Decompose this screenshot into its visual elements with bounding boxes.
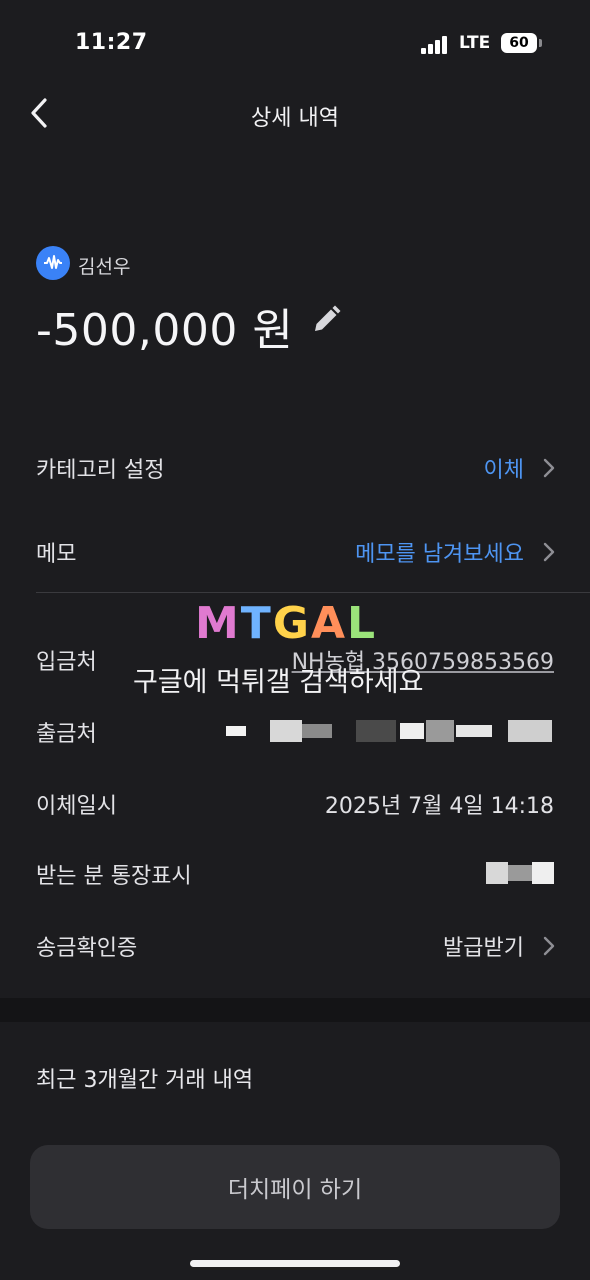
- certificate-label: 송금확인증: [36, 936, 138, 961]
- edit-amount-button[interactable]: [310, 304, 342, 336]
- transfer-datetime-row: 이체일시 2025년 7월 4일 14:18: [0, 772, 590, 832]
- status-bar: 11:27 LTE 60: [0, 0, 590, 88]
- chevron-right-icon: [543, 542, 555, 562]
- pencil-icon: [315, 305, 341, 331]
- battery-icon: 60: [501, 33, 537, 53]
- deposit-label: 입금처: [36, 650, 97, 675]
- memo-label: 메모: [36, 542, 77, 567]
- divider: [36, 592, 590, 593]
- transaction-amount: -500,000 원: [36, 305, 294, 356]
- redacted-withdraw-account: [224, 720, 554, 742]
- withdraw-label: 출금처: [36, 722, 97, 747]
- transfer-datetime-value: 2025년 7월 4일 14:18: [324, 794, 554, 819]
- waveform-icon: [44, 255, 62, 269]
- chevron-right-icon: [543, 458, 555, 478]
- watermark-text: 구글에 먹튀갤 검색하세요: [133, 667, 424, 698]
- memo-row[interactable]: 메모 메모를 남겨보세요: [0, 520, 590, 580]
- page-title: 상세 내역: [251, 106, 339, 131]
- network-type: LTE: [459, 33, 491, 53]
- battery-tip: [539, 39, 542, 47]
- withdraw-row: 출금처: [0, 700, 590, 760]
- status-time: 11:27: [75, 30, 148, 55]
- account-name: 김선우: [78, 256, 131, 278]
- category-label: 카테고리 설정: [36, 458, 165, 483]
- dutch-pay-button[interactable]: 더치페이 하기: [30, 1145, 560, 1229]
- chevron-right-icon: [543, 936, 555, 956]
- dutch-pay-label: 더치페이 하기: [227, 1177, 363, 1203]
- category-row[interactable]: 카테고리 설정 이체: [0, 436, 590, 496]
- recent-transactions-title[interactable]: 최근 3개월간 거래 내역: [36, 1062, 253, 1094]
- section-separator: [0, 998, 590, 1022]
- memo-value: 메모를 남겨보세요: [355, 542, 524, 567]
- recipient-display-label: 받는 분 통장표시: [36, 864, 192, 889]
- redacted-recipient-name: [486, 862, 554, 884]
- watermark-logo: MTGAL: [195, 598, 378, 649]
- navigation-bar: 상세 내역: [0, 88, 590, 138]
- home-indicator: [190, 1260, 400, 1267]
- recipient-display-row: 받는 분 통장표시: [0, 842, 590, 902]
- certificate-row[interactable]: 송금확인증 발급받기: [0, 914, 590, 974]
- transfer-datetime-label: 이체일시: [36, 794, 117, 819]
- account-icon: [36, 246, 70, 280]
- category-value: 이체: [483, 458, 524, 483]
- certificate-value: 발급받기: [443, 936, 524, 961]
- signal-strength-icon: [421, 36, 451, 54]
